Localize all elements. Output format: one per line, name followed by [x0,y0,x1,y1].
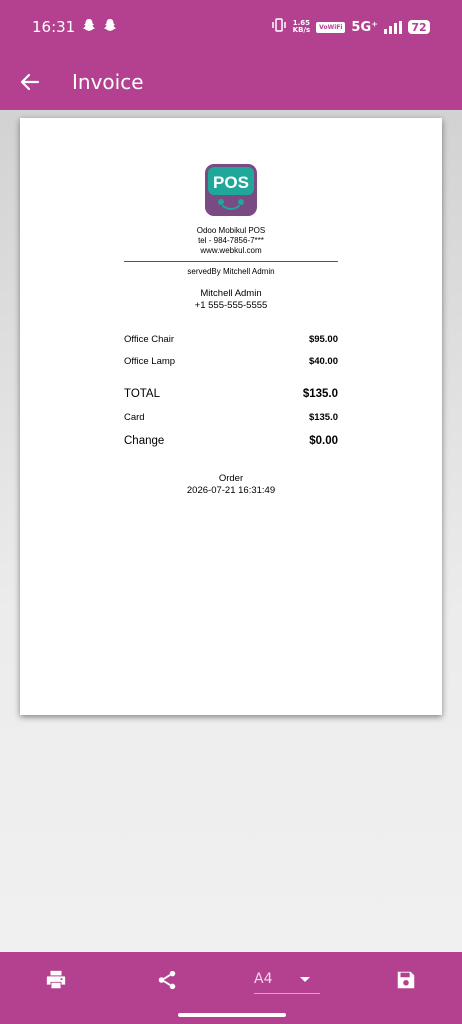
print-button[interactable] [40,964,72,996]
total-value: $135.0 [302,388,338,400]
vibrate-icon [271,18,287,36]
customer-name: Mitchell Admin [200,288,262,299]
order-label: Order [218,473,244,484]
app-bar: 16:31 1.65 KB/s VoWiFi 5G⁺ 72 Invoice [0,0,462,110]
item-name: Office Chair [124,334,174,345]
battery-icon: 72 [408,20,430,34]
totals: TOTAL $135.0 Card $135.0 Change $0.00 [124,388,338,459]
net-speed: 1.65 KB/s [293,20,310,34]
payment-row: Card $135.0 [124,412,338,435]
order-info: Order 2026-07-21 16:31:49 [124,473,338,497]
order-line: Office Lamp $40.00 [124,356,338,378]
change-row: Change $0.00 [124,435,338,459]
order-datetime: 2026-07-21 16:31:49 [186,485,276,496]
divider [124,261,338,262]
share-icon [158,970,176,990]
snapchat-icon [82,18,96,36]
page-title: Invoice [72,70,144,94]
back-button[interactable] [14,66,46,98]
payment-value: $135.0 [308,412,338,423]
company-tel: tel - 984-7856-7*** [198,236,264,245]
caret-down-icon [300,976,310,982]
payment-label: Card [124,412,145,423]
customer-info: Mitchell Admin +1 555-555-5555 [124,288,338,312]
order-lines: Office Chair $95.00 Office Lamp $40.00 [124,334,338,378]
company-name: Odoo Mobikul POS [196,226,266,235]
company-info: Odoo Mobikul POS tel - 984-7856-7*** www… [124,226,338,256]
item-name: Office Lamp [124,356,176,367]
share-button[interactable] [151,964,183,996]
company-website: www.webkul.com [200,246,262,255]
toolbar: Invoice [0,54,462,110]
customer-phone: +1 555-555-5555 [194,300,268,311]
change-value: $0.00 [309,435,338,447]
pos-logo: POS [205,164,257,216]
network-type: 5G⁺ [351,19,378,35]
pdf-viewer[interactable]: POS Odoo Mobikul POS tel - 984-7856-7***… [0,110,462,952]
receipt: POS Odoo Mobikul POS tel - 984-7856-7***… [124,164,338,497]
net-speed-unit: KB/s [292,26,311,34]
save-icon [397,971,415,989]
page-size-value: A4 [254,970,273,987]
print-icon [46,970,66,989]
snapchat-icon [103,18,117,36]
save-button[interactable] [390,964,422,996]
item-price: $95.00 [308,334,338,345]
signal-icon [384,20,402,34]
page-size-select[interactable]: A4 [254,964,320,994]
logo-text: POS [213,173,249,192]
total-row: TOTAL $135.0 [124,388,338,412]
change-label: Change [124,435,165,447]
volte-badge: VoWiFi [316,21,346,33]
order-line: Office Chair $95.00 [124,334,338,356]
arrow-left-icon [20,73,40,91]
status-bar: 16:31 1.65 KB/s VoWiFi 5G⁺ 72 [0,0,462,54]
status-time: 16:31 [32,18,76,36]
invoice-page: POS Odoo Mobikul POS tel - 984-7856-7***… [20,118,442,715]
served-by: servedBy Mitchell Admin [187,267,275,276]
status-right: 1.65 KB/s VoWiFi 5G⁺ 72 [271,18,430,36]
home-indicator[interactable] [178,1013,286,1017]
status-left: 16:31 [32,18,117,36]
total-label: TOTAL [124,388,160,400]
item-price: $40.00 [308,356,338,367]
